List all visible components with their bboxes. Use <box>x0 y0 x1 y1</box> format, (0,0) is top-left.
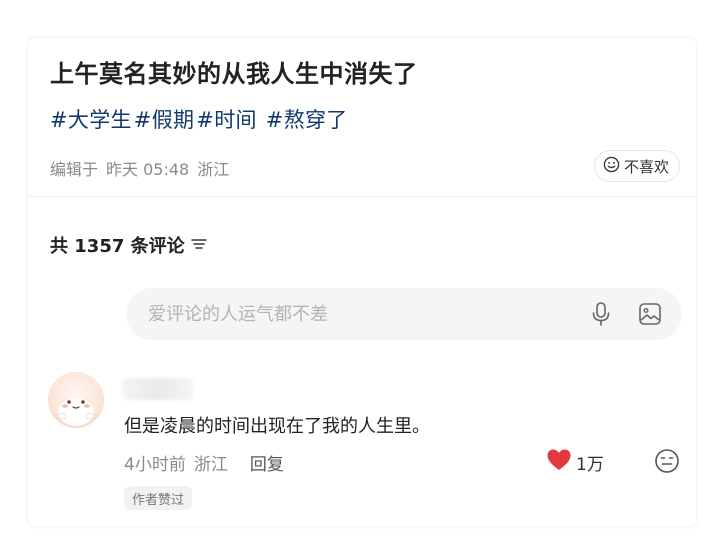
dislike-button[interactable]: 不喜欢 <box>593 150 680 182</box>
comment-count[interactable]: 共 1357 条评论 <box>50 232 207 258</box>
comment-input[interactable] <box>148 303 568 325</box>
edited-label: 编辑于 <box>50 160 99 179</box>
post-meta: 编辑于 昨天 05:48 浙江 <box>50 156 237 180</box>
like-button[interactable]: 1万 <box>546 448 604 477</box>
dislike-label: 不喜欢 <box>623 157 669 176</box>
microphone-icon[interactable] <box>590 301 612 331</box>
author-liked-badge: 作者赞过 <box>124 486 193 510</box>
divider <box>28 196 696 197</box>
tag-link[interactable]: #熬穿了 <box>266 108 348 132</box>
tag-link[interactable]: #大学生 <box>50 108 132 132</box>
image-icon[interactable] <box>638 302 662 330</box>
comment-time: 4小时前 <box>124 455 186 475</box>
sort-icon[interactable] <box>190 235 207 256</box>
post-card: 上午莫名其妙的从我人生中消失了 #大学生#假期#时间 #熬穿了 编辑于 昨天 05:… <box>28 38 696 526</box>
avatar[interactable] <box>48 372 104 428</box>
comment-location: 浙江 <box>193 455 228 475</box>
post-date: 昨天 05:48 <box>106 160 190 179</box>
heart-icon[interactable] <box>546 448 572 477</box>
smile-icon <box>603 156 620 177</box>
post-tags: #大学生#假期#时间 #熬穿了 <box>50 104 350 134</box>
tag-link[interactable]: #假期 <box>134 108 195 132</box>
comment-meta: 4小时前 浙江 回复 <box>124 450 284 475</box>
post-location: 浙江 <box>197 160 230 179</box>
reply-button[interactable]: 回复 <box>250 450 284 475</box>
tag-link[interactable]: #时间 <box>196 108 257 132</box>
emoji-icon[interactable] <box>654 448 680 478</box>
like-count: 1万 <box>576 455 604 475</box>
post-title: 上午莫名其妙的从我人生中消失了 <box>50 60 418 88</box>
comment-text: 但是凌晨的时间出现在了我的人生里。 <box>124 416 430 437</box>
comment-count-label: 共 1357 条评论 <box>50 236 185 257</box>
comment-username[interactable] <box>122 378 194 400</box>
comment-input-box[interactable] <box>126 288 682 340</box>
